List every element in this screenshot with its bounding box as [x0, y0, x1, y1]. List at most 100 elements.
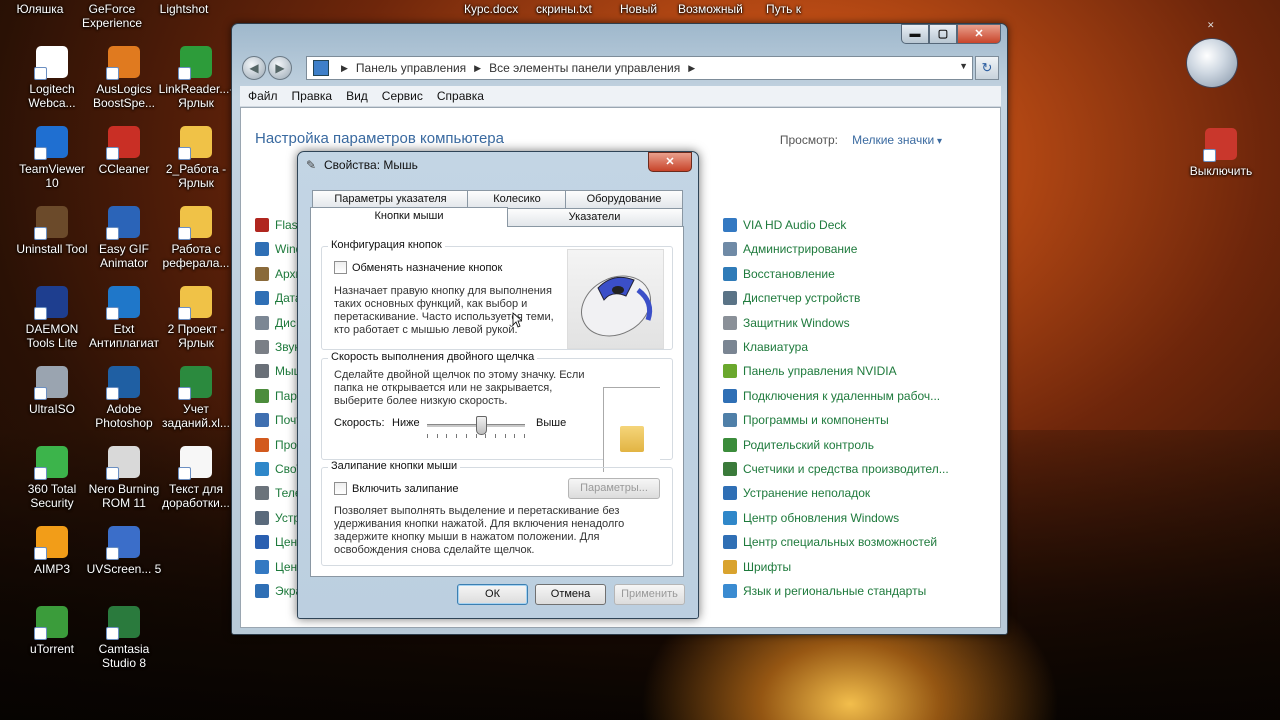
cp-item-left-6[interactable]: Мыш — [255, 362, 303, 380]
cp-item-right-9[interactable]: Родительский контроль — [723, 436, 874, 454]
cp-item-right-2[interactable]: Восстановление — [723, 265, 835, 283]
file-vozmozhnyi[interactable]: Возможный — [678, 2, 743, 16]
desktop-icon-0[interactable]: Logitech Webca... — [14, 46, 90, 110]
menu-view[interactable]: Вид — [346, 89, 368, 103]
toplabel-geforce[interactable]: GeForce Experience — [74, 2, 150, 30]
desktop-icon-shutdown[interactable]: Выключить — [1174, 128, 1268, 178]
cp-item-right-5[interactable]: Клавиатура — [723, 338, 808, 356]
slider-tick — [504, 434, 506, 438]
cp-item-right-4[interactable]: Защитник Windows — [723, 314, 850, 332]
toplabel-yulyashka[interactable]: Юляшка — [2, 2, 78, 16]
apply-button[interactable]: Применить — [614, 584, 685, 605]
cp-item-right-13[interactable]: Центр специальных возможностей — [723, 533, 937, 551]
app-icon — [106, 446, 140, 480]
tab-pointers[interactable]: Указатели — [506, 208, 683, 227]
test-folder-area[interactable] — [603, 387, 660, 472]
checkbox-box[interactable] — [334, 261, 347, 274]
file-novyi[interactable]: Новый — [620, 2, 657, 16]
cp-item-right-10[interactable]: Счетчики и средства производител... — [723, 460, 949, 478]
cp-item-right-12[interactable]: Центр обновления Windows — [723, 509, 899, 527]
address-bar[interactable]: ▶ Панель управления ▶ Все элементы панел… — [306, 56, 973, 80]
file-put[interactable]: Путь к — [766, 2, 801, 16]
cp-item-left-11[interactable]: Теле — [255, 484, 302, 502]
menu-edit[interactable]: Правка — [292, 89, 333, 103]
desktop-icon-13[interactable]: Adobe Photoshop — [86, 366, 162, 430]
cp-item-left-5[interactable]: Звук — [255, 338, 300, 356]
desktop-gadget-icon[interactable] — [1186, 38, 1238, 88]
desktop-icon-5[interactable]: 2_Работа - Ярлык — [158, 126, 234, 190]
cancel-button[interactable]: Отмена — [535, 584, 606, 605]
desktop-icon-16[interactable]: Nero Burning ROM 11 — [86, 446, 162, 510]
speed-slider-thumb[interactable] — [475, 416, 487, 435]
cp-item-right-6[interactable]: Панель управления NVIDIA — [723, 362, 897, 380]
cp-item-left-1[interactable]: Wind — [255, 240, 302, 258]
menu-tools[interactable]: Сервис — [382, 89, 423, 103]
tab-hardware[interactable]: Оборудование — [565, 190, 683, 209]
file-kurs[interactable]: Курс.docx — [464, 2, 518, 16]
desktop-icon-1[interactable]: AusLogics BoostSpe... — [86, 46, 162, 110]
forward-button[interactable]: ▶ — [268, 56, 292, 80]
cp-item-right-14[interactable]: Шрифты — [723, 558, 791, 576]
breadcrumb-control-panel[interactable]: Панель управления — [356, 61, 466, 75]
back-button[interactable]: ◀ — [242, 56, 266, 80]
desktop-icon-15[interactable]: 360 Total Security — [14, 446, 90, 510]
cp-item-left-12[interactable]: Устр — [255, 509, 300, 527]
desktop-icon-19[interactable]: UVScreen... 5 — [86, 526, 162, 576]
desktop-icon-18[interactable]: AIMP3 — [14, 526, 90, 576]
desktop-icon-12[interactable]: UltraISO — [14, 366, 90, 416]
address-dropdown-icon[interactable]: ▼ — [959, 61, 968, 71]
cp-item-left-2[interactable]: Архи — [255, 265, 302, 283]
menu-help[interactable]: Справка — [437, 89, 484, 103]
toplabel-lightshot[interactable]: Lightshot — [146, 2, 222, 16]
desktop-icon-7[interactable]: Easy GIF Animator — [86, 206, 162, 270]
dialog-close-button[interactable]: ✕ — [648, 152, 692, 172]
cp-item-left-3[interactable]: Дата — [255, 289, 302, 307]
cp-item-left-10[interactable]: Свої — [255, 460, 300, 478]
control-panel-icon — [313, 60, 329, 76]
desktop-icon-11[interactable]: 2 Проект - Ярлык — [158, 286, 234, 350]
minimize-button[interactable]: ▬ — [901, 24, 929, 44]
cp-item-left-9[interactable]: Проі — [255, 436, 300, 454]
cp-item-right-11[interactable]: Устранение неполадок — [723, 484, 870, 502]
desktop-icon-label: DAEMON Tools Lite — [25, 322, 79, 350]
desktop-icon-17[interactable]: Текст для доработки... — [158, 446, 234, 510]
desktop-icon-2[interactable]: LinkReader...- Ярлык — [158, 46, 234, 110]
desktop-icon-21[interactable]: uTorrent — [14, 606, 90, 656]
cp-item-left-15[interactable]: Экра — [255, 582, 302, 600]
cp-item-right-15[interactable]: Язык и региональные стандарты — [723, 582, 926, 600]
desktop-icon-22[interactable]: Camtasia Studio 8 — [86, 606, 162, 670]
cp-item-left-4[interactable]: Дис — [255, 314, 296, 332]
desktop-icon-9[interactable]: DAEMON Tools Lite — [14, 286, 90, 350]
close-button[interactable]: ✕ — [957, 24, 1001, 44]
menu-file[interactable]: Файл — [248, 89, 278, 103]
maximize-button[interactable]: ▢ — [929, 24, 957, 44]
folder-icon[interactable] — [620, 426, 644, 452]
app-icon — [178, 126, 212, 160]
view-by-dropdown[interactable]: Мелкие значки — [852, 133, 942, 147]
desktop-icon-10[interactable]: Etxt Антиплагиат — [86, 286, 162, 350]
desktop-icon-3[interactable]: TeamViewer 10 — [14, 126, 90, 190]
cp-item-left-13[interactable]: Цент — [255, 533, 303, 551]
desktop-icon-4[interactable]: CCleaner — [86, 126, 162, 176]
cp-item-label: Программы и компоненты — [743, 413, 889, 428]
ok-button[interactable]: ОК — [457, 584, 528, 605]
cp-item-right-7[interactable]: Подключения к удаленным рабоч... — [723, 387, 940, 405]
cp-item-right-1[interactable]: Администрирование — [723, 240, 857, 258]
click-lock-checkbox[interactable]: Включить залипание — [334, 482, 459, 495]
cp-item-left-14[interactable]: Цент — [255, 558, 303, 576]
cp-item-right-8[interactable]: Программы и компоненты — [723, 411, 889, 429]
click-lock-settings-button[interactable]: Параметры... — [568, 478, 660, 499]
refresh-button[interactable]: ↻ — [975, 56, 999, 80]
cp-item-right-0[interactable]: VIA HD Audio Deck — [723, 216, 846, 234]
cp-item-right-3[interactable]: Диспетчер устройств — [723, 289, 860, 307]
desktop-icon-8[interactable]: Работа с реферала... — [158, 206, 234, 270]
desktop-icon-14[interactable]: Учет заданий.xl... — [158, 366, 234, 430]
swap-buttons-checkbox[interactable]: Обменять назначение кнопок — [334, 261, 502, 274]
breadcrumb-all-items[interactable]: Все элементы панели управления — [489, 61, 680, 75]
desktop-icon-6[interactable]: Uninstall Tool — [14, 206, 90, 256]
file-skriny[interactable]: скрины.txt — [536, 2, 592, 16]
checkbox-box[interactable] — [334, 482, 347, 495]
gadget-close-icon[interactable]: ✕ — [1207, 20, 1215, 31]
tab-buttons[interactable]: Кнопки мыши — [310, 207, 508, 227]
cp-item-left-8[interactable]: Почт — [255, 411, 302, 429]
